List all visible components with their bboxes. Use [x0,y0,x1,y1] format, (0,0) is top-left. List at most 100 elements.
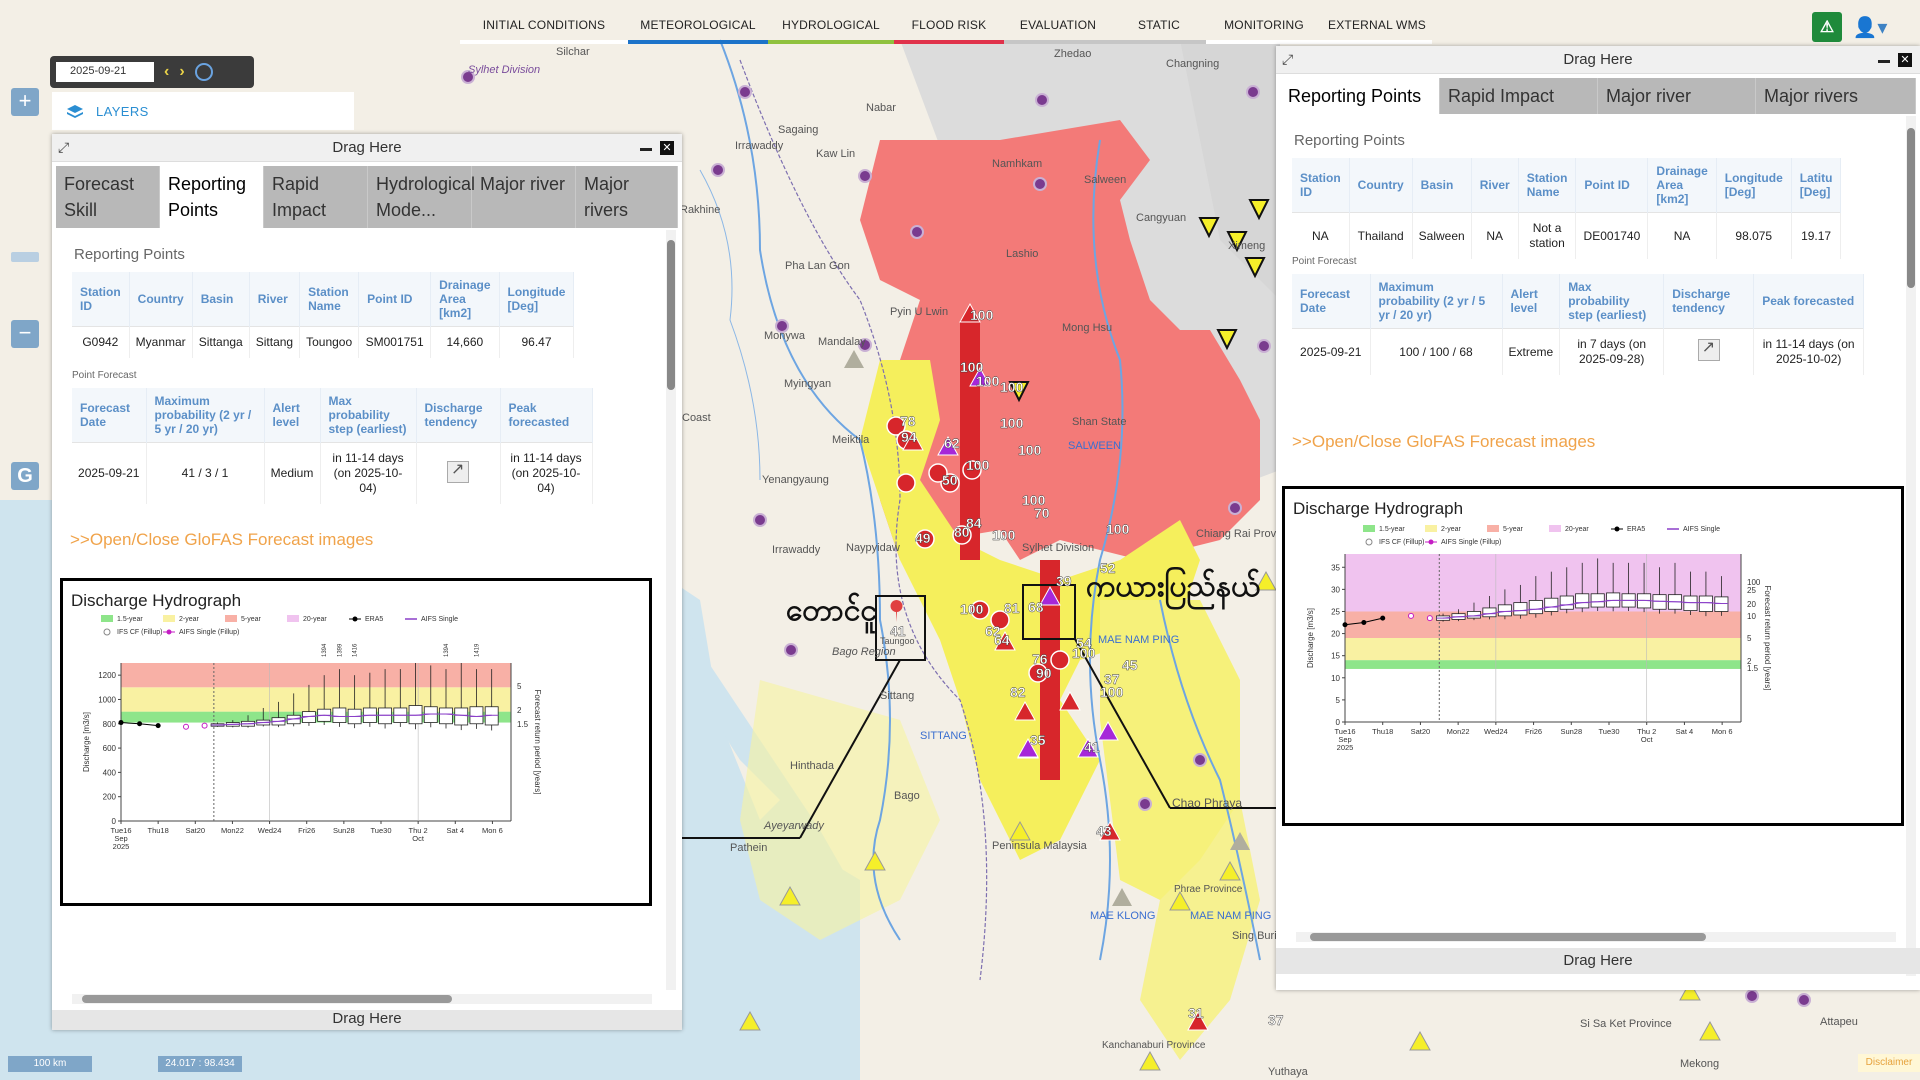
tab-forecast-skill[interactable]: Forecast Skill [56,166,160,228]
map-label-place: Sing Buri [1232,930,1277,942]
tab-major-river[interactable]: Major river [472,166,576,228]
y2-tick-label: 1.5 [517,720,529,729]
open-forecast-images-link[interactable]: >>Open/Close GloFAS Forecast images [1292,432,1595,452]
column-header: Max probability step (earliest) [1559,274,1665,329]
zoom-in-button[interactable]: + [11,88,39,116]
y2-tick-label: 2 [1747,657,1752,666]
svg-text:94: 94 [901,429,917,445]
x-tick-label: Fri26 [298,826,315,835]
table-cell: 19.17 [1791,212,1842,259]
map-label-place: Silchar [556,46,590,58]
legend-swatch [287,615,299,622]
discharge-tendency-icon [1697,339,1720,361]
layers-button[interactable]: LAYERS [52,92,354,130]
x-tick-label: Sat 4 [447,826,465,835]
open-forecast-images-link[interactable]: >>Open/Close GloFAS Forecast images [70,530,373,550]
tab-reporting-points[interactable]: Reporting Points [160,166,264,228]
column-header: Alert level [264,388,321,443]
coordinates-readout: 24.017 : 98.434 [158,1056,242,1072]
tab-rapid-impact[interactable]: Rapid Impact [264,166,368,228]
zoom-out-button[interactable]: − [11,320,39,348]
disclaimer-link[interactable]: Disclaimer [1858,1054,1920,1072]
zoom-slider-handle[interactable] [11,252,39,262]
next-date-icon[interactable]: › [179,63,184,81]
map-label-place: Kaw Lin [816,148,856,160]
right-vertical-scrollbar[interactable] [1906,116,1916,976]
nav-external-wms[interactable]: EXTERNAL WMS [1322,14,1432,44]
left-vertical-scrollbar[interactable] [666,230,676,990]
legend-label: IFS CF (Fillup) [1379,539,1425,546]
expand-icon[interactable]: ⤢ [1282,52,1293,66]
close-icon[interactable]: ✕ [1898,53,1912,67]
left-panel-drag-footer[interactable]: Drag Here [52,1010,682,1030]
map-label-place: Changning [1166,58,1220,70]
point-forecast-table: Forecast Date Maximum probability (2 yr /… [1292,274,1865,375]
date-input[interactable]: 2025-09-21 [56,62,154,82]
nav-monitoring[interactable]: MONITORING [1206,14,1322,44]
column-header: Peak forecasted [500,388,593,443]
table-cell: 41 / 3 / 1 [146,442,265,504]
nav-evaluation[interactable]: EVALUATION [1004,14,1112,44]
y-tick-label: 800 [103,720,117,729]
nav-underline [460,40,628,44]
map-label-place: Namhkam [992,158,1043,170]
left-panel-drag-header[interactable]: ⤢ Drag Here ✕ [52,134,682,162]
tab-hydrological-mode-[interactable]: Hydrological Mode... [368,166,475,228]
minimize-icon[interactable] [640,148,652,151]
legend-swatch [1425,525,1437,532]
right-panel-drag-footer[interactable]: Drag Here [1276,948,1920,974]
expand-icon[interactable]: ⤢ [58,140,69,154]
nav-initial-conditions[interactable]: INITIAL CONDITIONS [460,14,628,44]
svg-text:100: 100 [1100,684,1124,700]
legend-label: AIFS Single [421,616,458,623]
tab-rapid-impact[interactable]: Rapid Impact [1440,78,1598,114]
box-body [469,706,484,725]
table-cell: NA [1647,212,1717,259]
y-tick-label: 200 [103,793,117,802]
prev-date-icon[interactable]: ‹ [164,63,169,81]
table-cell [1663,328,1755,375]
reporting-points-table: Station ID Country Basin River Station Name P… [1292,158,1842,259]
x-tick-label: Mon 6 [482,826,503,835]
svg-text:35: 35 [1030,732,1046,748]
top-navigation: INITIAL CONDITIONS METEOROLOGICAL HYDROLOG… [460,14,1432,44]
right-panel-drag-header[interactable]: ⤢ Drag Here ✕ [1276,46,1920,74]
y2-tick-label: 100 [1747,578,1761,587]
close-icon[interactable]: ✕ [660,141,674,155]
y-tick-label: 15 [1331,652,1340,661]
tab-major-rivers[interactable]: Major rivers [576,166,678,228]
y-tick-label: 20 [1331,630,1340,639]
nav-meteorological[interactable]: METEOROLOGICAL [628,14,768,44]
layers-icon [66,104,84,118]
box-body [1698,595,1713,612]
nav-static[interactable]: STATIC [1112,14,1206,44]
y-tick-label: 25 [1331,607,1340,616]
svg-text:100: 100 [966,457,990,473]
right-horizontal-scrollbar[interactable] [1296,932,1896,942]
user-menu-icon[interactable]: 👤▾ [1852,12,1888,42]
table-cell: 96.47 [499,326,575,358]
g-button[interactable]: G [11,462,39,490]
legend-label: 5-year [241,616,262,623]
clock-icon[interactable] [194,63,213,81]
svg-text:100: 100 [960,601,984,617]
left-horizontal-scrollbar[interactable] [72,994,652,1004]
nav-flood-risk[interactable]: FLOOD RISK [894,14,1004,44]
minimize-icon[interactable] [1878,60,1890,63]
discharge-hydrograph-chart: 1.5-year 2-year 5-year 20-year ERA5 AIFS Sing… [82,615,542,851]
tab-reporting-points[interactable]: Reporting Points [1280,78,1440,114]
svg-text:62: 62 [944,435,960,451]
tab-major-river[interactable]: Major river [1598,78,1756,114]
discharge-hydrograph-chart: 1.5-year 2-year 5-year 20-year ERA5 AIFS Sing… [1306,525,1772,752]
legend-marker [103,628,111,636]
nav-hydrological[interactable]: HYDROLOGICAL [768,14,894,44]
column-header: Drainage Area [km2] [1647,158,1717,213]
alert-warning-icon[interactable]: ⚠ [1812,12,1842,42]
nav-label: INITIAL CONDITIONS [482,18,606,32]
column-header: Drainage Area [km2] [430,272,500,327]
map-label-place: Coast [682,412,711,424]
tab-major-rivers[interactable]: Major rivers [1756,78,1916,114]
y-tick-label: 0 [1336,718,1341,727]
table-cell: Myanmar [129,326,193,358]
x-tick-label: Mon22 [1447,727,1470,736]
